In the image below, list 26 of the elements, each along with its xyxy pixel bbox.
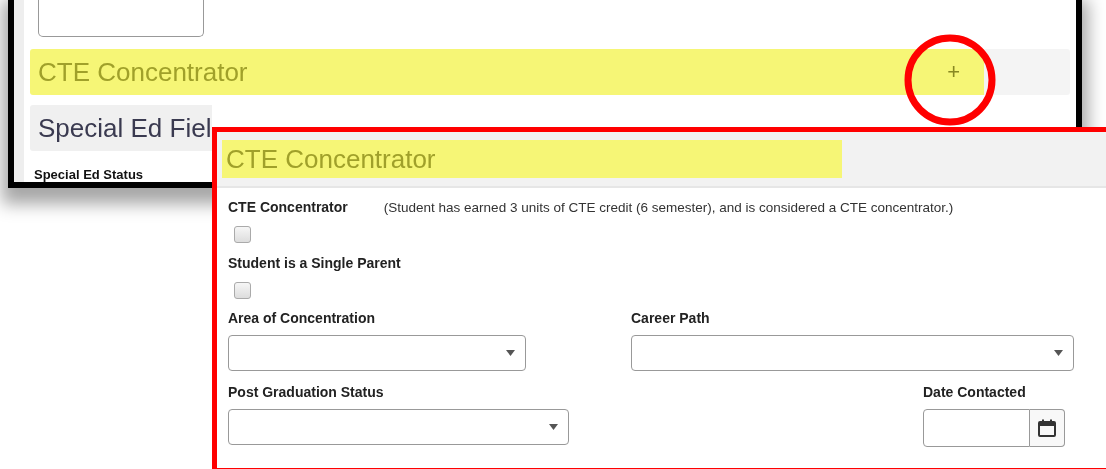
field-label: Special Ed Status [34, 167, 144, 182]
expand-toggle[interactable]: + [947, 59, 960, 85]
section-header[interactable]: Special Ed Fiel [30, 105, 212, 151]
calendar-icon [1038, 419, 1056, 437]
checkbox[interactable] [234, 282, 251, 299]
input-field[interactable] [38, 0, 204, 37]
field-label: Date Contacted [923, 384, 1027, 400]
field-label: Career Path [631, 310, 711, 326]
checkbox[interactable] [234, 226, 251, 243]
field-label: Post Graduation Status [228, 384, 385, 400]
section-title: CTE Concentrator [37, 56, 248, 88]
caret-icon [549, 424, 558, 430]
field-label: Area of Concentration [228, 310, 376, 326]
section-header[interactable]: CTE Concentrator + [30, 49, 1070, 95]
section-title: Special Ed Fiel [37, 112, 212, 144]
field-note: (Student has earned 3 units of CTE credit (6 semester), and is considered a CTE concentrator.) [383, 199, 954, 215]
caret-icon [1054, 350, 1063, 356]
field-label: CTE Concentrator [228, 199, 348, 215]
dropdown[interactable] [228, 335, 526, 371]
date-field[interactable] [923, 409, 1030, 447]
caret-icon [506, 350, 515, 356]
dropdown[interactable] [631, 335, 1074, 371]
dropdown[interactable] [228, 409, 569, 445]
section-title: CTE Concentrator [222, 140, 842, 178]
field-label: Student is a Single Parent [228, 255, 401, 271]
calendar-button[interactable] [1030, 409, 1065, 447]
